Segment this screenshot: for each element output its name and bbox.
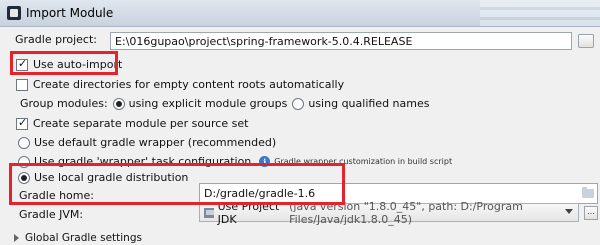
group-explicit-label: using explicit module groups	[128, 97, 288, 110]
background-window-ghost	[480, 0, 600, 26]
default-wrapper-label: Use default gradle wrapper (recommended)	[34, 136, 277, 149]
app-icon	[7, 6, 21, 20]
separate-module-row[interactable]: Create separate module per source set	[16, 116, 249, 130]
global-settings-label: Global Gradle settings	[25, 232, 142, 244]
global-settings-expander[interactable]: Global Gradle settings	[14, 232, 142, 244]
group-explicit-radio[interactable]	[112, 97, 125, 110]
gradle-jvm-label: Gradle JVM:	[19, 208, 84, 221]
group-modules-row: Group modules: using explicit module gro…	[20, 97, 429, 110]
gradle-project-row: Gradle project:	[15, 33, 103, 46]
group-modules-label: Group modules:	[20, 97, 108, 110]
separate-module-label: Create separate module per source set	[33, 117, 249, 130]
default-wrapper-radio[interactable]	[18, 136, 30, 149]
create-dirs-label: Create directories for empty content roo…	[33, 78, 345, 91]
jdk-icon	[204, 207, 214, 218]
gradle-jvm-more-button[interactable]: …	[584, 206, 598, 220]
gradle-jvm-select[interactable]: Use Project JDK (java version "1.8.0_45"…	[199, 200, 579, 226]
folder-icon[interactable]	[582, 187, 594, 198]
group-qualified-radio[interactable]	[292, 97, 305, 110]
gradle-project-browse-button[interactable]	[578, 34, 594, 48]
chevron-down-icon[interactable]	[565, 209, 573, 214]
create-dirs-row[interactable]: Create directories for empty content roo…	[16, 78, 344, 91]
highlight-box-auto-import	[10, 51, 118, 75]
separate-module-checkbox[interactable]	[16, 116, 28, 130]
highlight-box-local-distribution	[9, 163, 345, 205]
gradle-project-value: E:\016gupao\project\spring-framework-5.0…	[115, 34, 413, 48]
expand-triangle-icon[interactable]	[14, 234, 19, 242]
gradle-project-field[interactable]: E:\016gupao\project\spring-framework-5.0…	[110, 32, 572, 50]
title-bar: Import Module	[0, 0, 600, 27]
default-wrapper-row[interactable]: Use default gradle wrapper (recommended)	[13, 136, 276, 149]
gradle-jvm-row: Gradle JVM:	[19, 208, 83, 221]
gradle-project-label: Gradle project:	[15, 33, 97, 46]
create-dirs-checkbox[interactable]	[16, 78, 28, 91]
group-qualified-label: using qualified names	[308, 97, 430, 110]
window-title: Import Module	[26, 6, 114, 20]
